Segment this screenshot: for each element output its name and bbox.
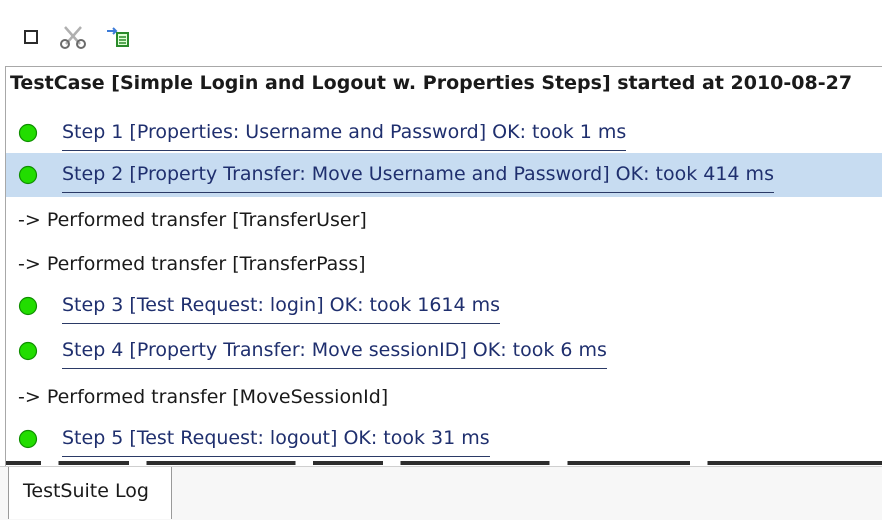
transfer-message: -> Performed transfer [TransferPass]	[18, 253, 366, 275]
step-link[interactable]: Step 4 [Property Transfer: Move sessionI…	[62, 332, 607, 369]
status-ok-icon	[18, 296, 38, 316]
log-step-row[interactable]: Step 3 [Test Request: login] OK: took 16…	[6, 284, 882, 328]
log-step-row-selected[interactable]: Step 2 [Property Transfer: Move Username…	[6, 153, 882, 197]
status-ok-icon	[18, 123, 38, 143]
clipped-text-fragment	[6, 461, 882, 465]
step-link[interactable]: Step 1 [Properties: Username and Passwor…	[62, 114, 627, 151]
transfer-message: -> Performed transfer [MoveSessionId]	[18, 386, 389, 408]
step-link[interactable]: Step 3 [Test Request: login] OK: took 16…	[62, 287, 501, 324]
step-link[interactable]: Step 2 [Property Transfer: Move Username…	[62, 156, 774, 193]
log-info-row: -> Performed transfer [TransferUser]	[6, 198, 882, 242]
step-link[interactable]: Step 5 [Test Request: logout] OK: took 3…	[62, 420, 490, 457]
log-panel: TestCase [Simple Login and Logout w. Pro…	[5, 66, 882, 466]
log-info-row: -> Performed transfer [TransferPass]	[6, 242, 882, 286]
clipped-log-row	[6, 459, 882, 466]
status-ok-icon	[18, 341, 38, 361]
log-step-row[interactable]: Step 4 [Property Transfer: Move sessionI…	[6, 329, 882, 373]
tab-strip: TestSuite Log	[0, 466, 882, 520]
transfer-message: -> Performed transfer [TransferUser]	[18, 209, 367, 231]
log-step-row[interactable]: Step 5 [Test Request: logout] OK: took 3…	[6, 417, 882, 461]
log-toolbar	[0, 0, 882, 64]
log-header-text: TestCase [Simple Login and Logout w. Pro…	[10, 72, 853, 94]
export-icon[interactable]	[104, 24, 134, 50]
scissors-icon[interactable]	[58, 24, 88, 50]
log-step-row[interactable]: Step 1 [Properties: Username and Passwor…	[6, 111, 882, 155]
log-header-row: TestCase [Simple Login and Logout w. Pro…	[6, 67, 882, 111]
status-ok-icon	[18, 165, 38, 185]
stop-icon[interactable]	[22, 24, 42, 50]
log-info-row: -> Performed transfer [MoveSessionId]	[6, 375, 882, 419]
tab-testsuite-log[interactable]: TestSuite Log	[8, 467, 172, 519]
status-ok-icon	[18, 429, 38, 449]
